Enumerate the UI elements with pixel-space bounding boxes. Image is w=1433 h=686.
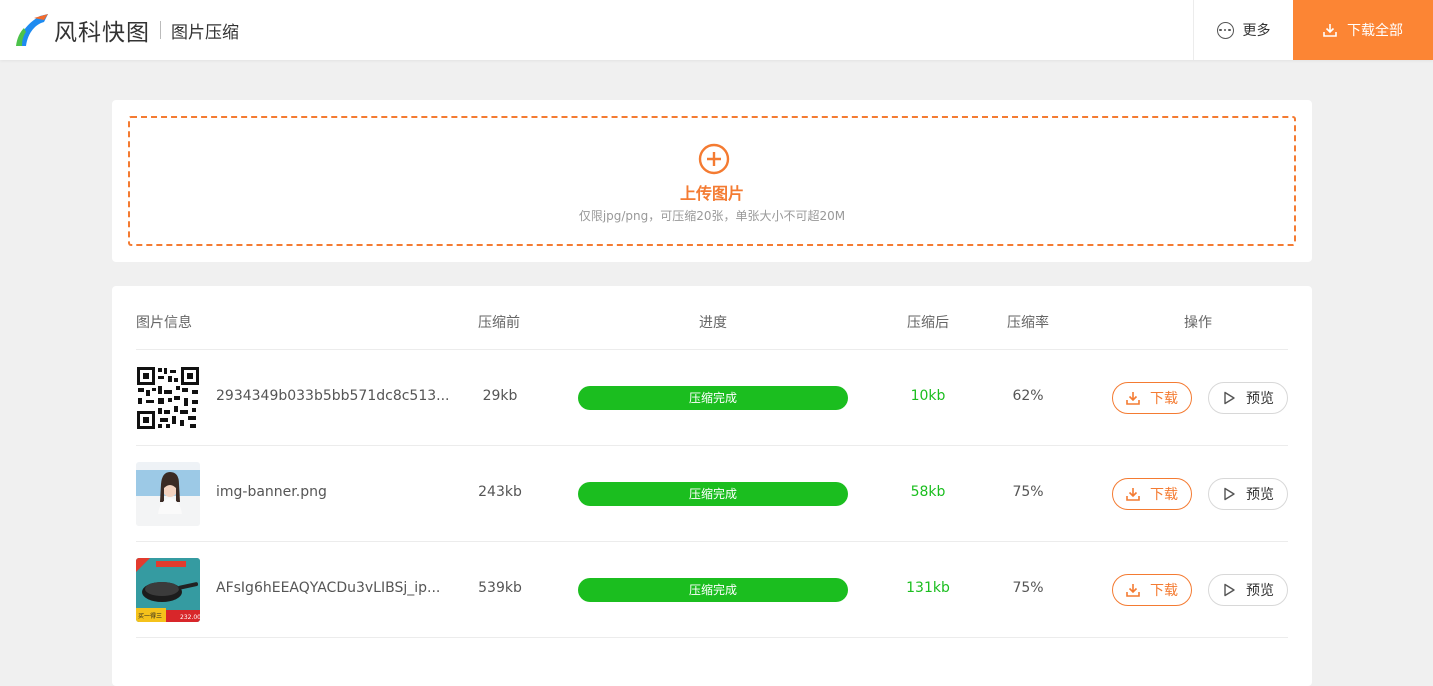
top-header: 风科快图 图片压缩 更多 下载全部 (0, 0, 1433, 60)
table-row: 2934349b033b5bb571dc8c513... 29kb 压缩完成 1… (136, 350, 1288, 446)
preview-label: 预览 (1246, 583, 1274, 599)
file-name: img-banner.png (216, 484, 327, 500)
more-dots-icon (1216, 21, 1234, 39)
thumbnail-qr-code (136, 366, 200, 430)
page-title: 图片压缩 (171, 22, 239, 43)
table-row: 买一得三 232.00 AFsIg6hEEAQYACDu3vLIBSj_ip..… (136, 542, 1288, 638)
file-table: 图片信息 压缩前 进度 压缩后 压缩率 操作 2934349b033b5bb57… (112, 286, 1312, 686)
progress-bar: 压缩完成 (578, 482, 848, 506)
header-before: 压缩前 (478, 315, 520, 331)
file-name: AFsIg6hEEAQYACDu3vLIBSj_ip... (216, 580, 441, 596)
download-all-button[interactable]: 下载全部 (1293, 0, 1433, 60)
progress-bar: 压缩完成 (578, 578, 848, 602)
logo-mark-icon (16, 14, 48, 46)
download-button[interactable]: 下载 (1112, 478, 1192, 510)
preview-label: 预览 (1246, 487, 1274, 503)
play-icon (1224, 583, 1235, 597)
upload-hint: 仅限jpg/png，可压缩20张，单张大小不可超20M (578, 209, 846, 223)
table-header: 图片信息 压缩前 进度 压缩后 压缩率 操作 (136, 286, 1288, 350)
header-info: 图片信息 (136, 315, 192, 331)
size-after: 10kb (910, 388, 946, 404)
size-before: 243kb (478, 484, 522, 500)
more-label: 更多 (1242, 23, 1271, 39)
size-after: 131kb (906, 580, 950, 596)
preview-label: 预览 (1246, 391, 1274, 407)
download-icon (1126, 584, 1140, 597)
size-before: 29kb (482, 388, 518, 404)
svg-text:232.00: 232.00 (180, 614, 200, 621)
progress-bar: 压缩完成 (578, 386, 848, 410)
preview-button[interactable]: 预览 (1208, 382, 1288, 414)
download-all-label: 下载全部 (1347, 23, 1403, 39)
download-button[interactable]: 下载 (1112, 382, 1192, 414)
download-label: 下载 (1150, 487, 1178, 503)
preview-button[interactable]: 预览 (1208, 478, 1288, 510)
add-circle-icon (698, 143, 730, 175)
header-after: 压缩后 (907, 315, 949, 331)
table-row: img-banner.png 243kb 压缩完成 58kb 75% 下载 预览 (136, 446, 1288, 542)
logo-separator (160, 21, 161, 39)
header-rate: 压缩率 (1007, 315, 1049, 331)
download-button[interactable]: 下载 (1112, 574, 1192, 606)
more-button[interactable]: 更多 (1193, 0, 1293, 60)
logo-text: 风科快图 (54, 20, 150, 46)
compression-rate: 75% (1012, 580, 1044, 596)
download-label: 下载 (1150, 391, 1178, 407)
download-icon (1126, 488, 1140, 501)
compression-rate: 62% (1012, 388, 1044, 404)
upload-dropzone[interactable]: 上传图片 仅限jpg/png，可压缩20张，单张大小不可超20M (128, 116, 1296, 246)
play-icon (1224, 391, 1235, 405)
upload-card: 上传图片 仅限jpg/png，可压缩20张，单张大小不可超20M (112, 100, 1312, 262)
header-action: 操作 (1184, 315, 1212, 331)
file-name: 2934349b033b5bb571dc8c513... (216, 388, 450, 404)
svg-text:买一得三: 买一得三 (138, 612, 162, 620)
size-after: 58kb (910, 484, 946, 500)
thumbnail-pan-product: 买一得三 232.00 (136, 558, 200, 622)
thumbnail-portrait (136, 462, 200, 526)
header-progress: 进度 (699, 315, 727, 331)
download-icon (1323, 24, 1337, 37)
compression-rate: 75% (1012, 484, 1044, 500)
download-icon (1126, 392, 1140, 405)
preview-button[interactable]: 预览 (1208, 574, 1288, 606)
download-label: 下载 (1150, 583, 1178, 599)
play-icon (1224, 487, 1235, 501)
logo[interactable]: 风科快图 图片压缩 (14, 12, 239, 48)
upload-title: 上传图片 (679, 184, 744, 203)
size-before: 539kb (478, 580, 522, 596)
